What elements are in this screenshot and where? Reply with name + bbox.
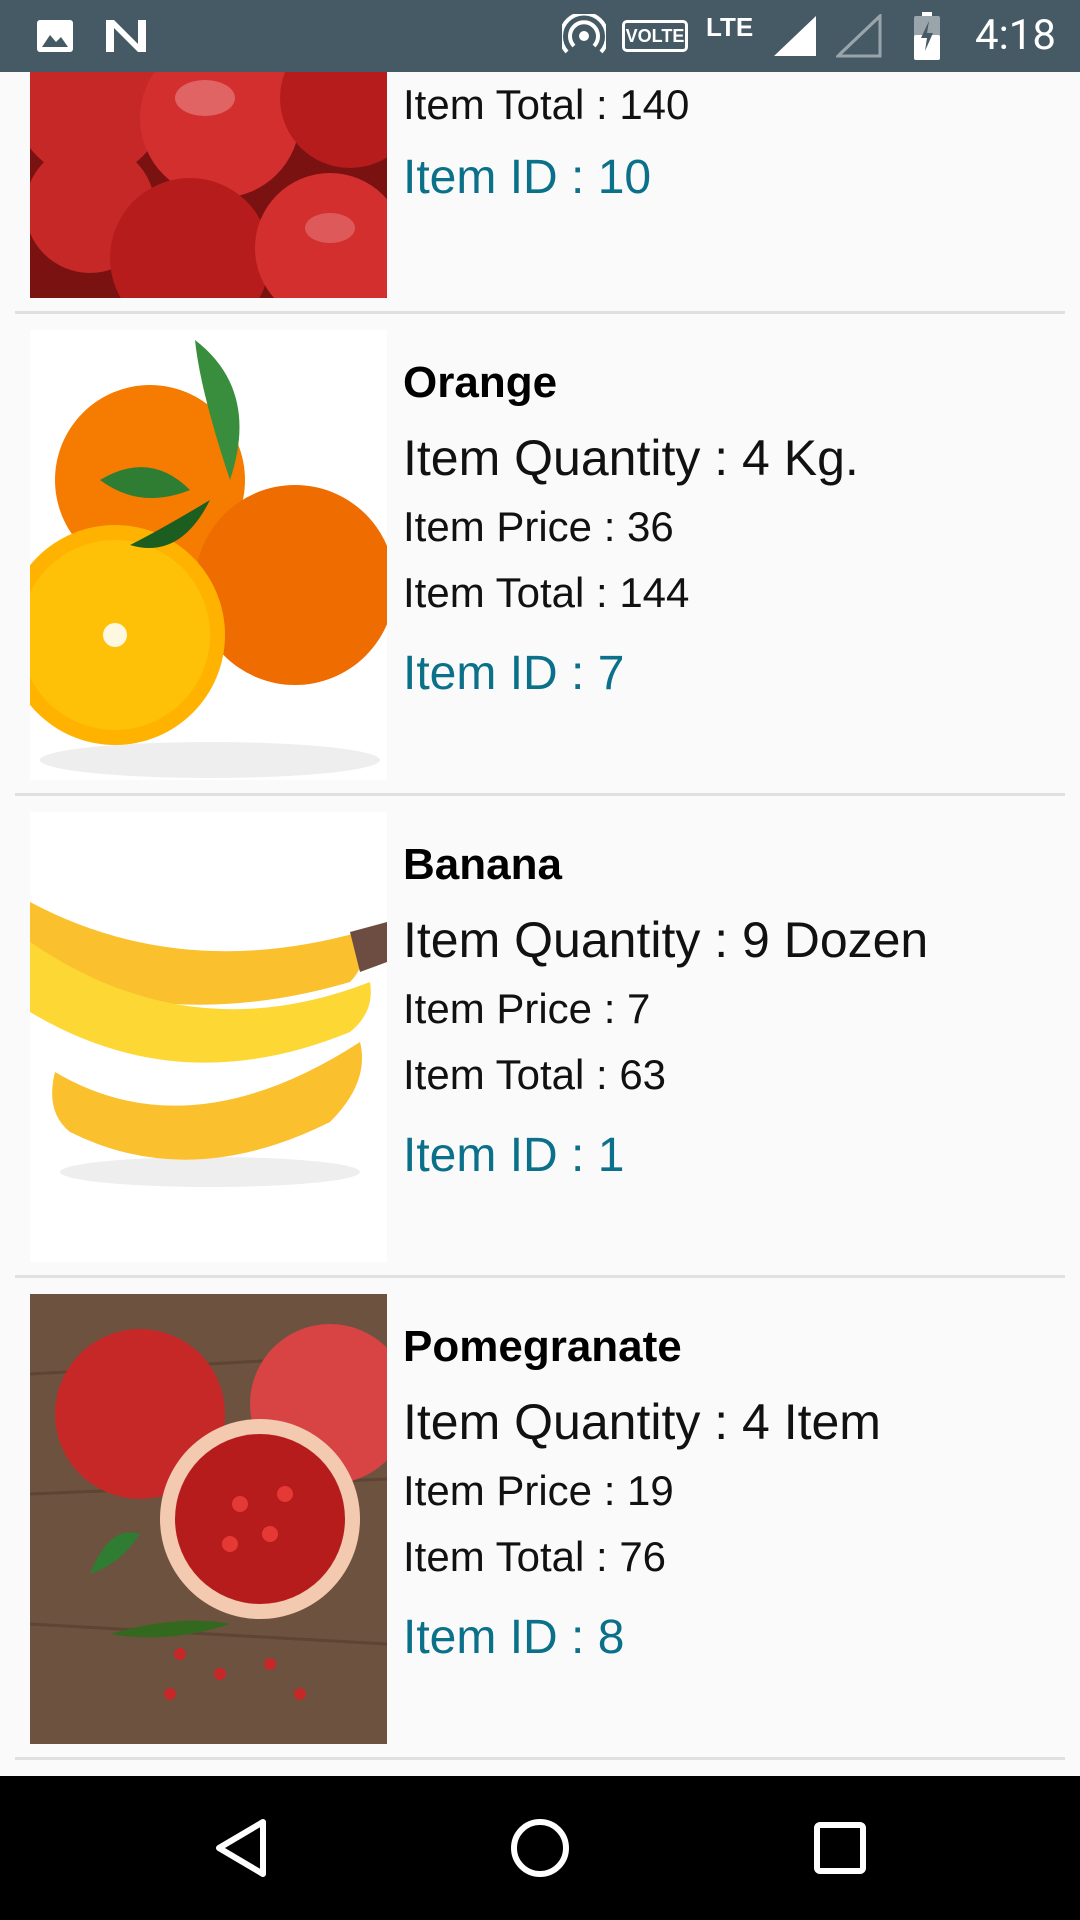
navigation-bar xyxy=(0,1776,1080,1920)
hotspot-icon xyxy=(562,0,606,72)
item-total: Item Total : 63 xyxy=(403,1051,667,1098)
list-item[interactable]: Pomegranate Item Quantity : 4 Item Item … xyxy=(0,1278,1080,1760)
pomegranate-image xyxy=(30,1294,387,1744)
battery-icon xyxy=(912,0,942,72)
divider xyxy=(15,1757,1065,1760)
item-price: Item Price : 7 xyxy=(403,985,651,1032)
item-list[interactable]: Item Total : 140 Item ID : 10 Orange Ite… xyxy=(0,72,1080,1776)
item-info: Pomegranate Item Quantity : 4 Item Item … xyxy=(403,1308,1060,1686)
list-item[interactable]: Item Total : 140 Item ID : 10 xyxy=(0,72,1080,314)
n-icon xyxy=(104,0,148,72)
item-price: Item Price : 36 xyxy=(403,503,674,550)
signal-icon xyxy=(772,0,818,72)
volte-icon: VOLTE xyxy=(622,20,688,52)
item-id: Item ID : 7 xyxy=(403,647,625,700)
item-name: Orange xyxy=(403,358,558,407)
orange-image xyxy=(30,330,387,780)
list-item[interactable]: Orange Item Quantity : 4 Kg. Item Price … xyxy=(0,314,1080,796)
recents-icon[interactable] xyxy=(770,1776,910,1920)
image-icon xyxy=(36,0,74,72)
clock: 4:18 xyxy=(975,11,1056,60)
item-quantity: Item Quantity : 9 Dozen xyxy=(403,912,929,968)
home-icon[interactable] xyxy=(470,1776,610,1920)
item-name: Pomegranate xyxy=(403,1322,682,1371)
item-total: Item Total : 144 xyxy=(403,569,690,616)
item-info: Item Total : 140 Item ID : 10 xyxy=(403,72,1060,218)
item-info: Banana Item Quantity : 9 Dozen Item Pric… xyxy=(403,826,1060,1204)
apple-image xyxy=(30,72,387,298)
list-item[interactable]: Banana Item Quantity : 9 Dozen Item Pric… xyxy=(0,796,1080,1278)
item-name: Banana xyxy=(403,840,562,889)
back-icon[interactable] xyxy=(171,1776,311,1920)
item-quantity: Item Quantity : 4 Kg. xyxy=(403,430,859,486)
item-total: Item Total : 76 xyxy=(403,1533,667,1580)
item-quantity: Item Quantity : 4 Item xyxy=(403,1394,881,1450)
item-total: Item Total : 140 xyxy=(403,81,690,128)
item-id: Item ID : 8 xyxy=(403,1611,625,1664)
signal-empty-icon xyxy=(836,0,882,72)
status-bar: VOLTE LTE 4:18 xyxy=(0,0,1080,72)
banana-image xyxy=(30,812,387,1262)
item-id: Item ID : 10 xyxy=(403,151,652,204)
item-id: Item ID : 1 xyxy=(403,1129,625,1182)
lte-label: LTE xyxy=(706,12,754,42)
item-info: Orange Item Quantity : 4 Kg. Item Price … xyxy=(403,344,1060,722)
item-price: Item Price : 19 xyxy=(403,1467,674,1514)
